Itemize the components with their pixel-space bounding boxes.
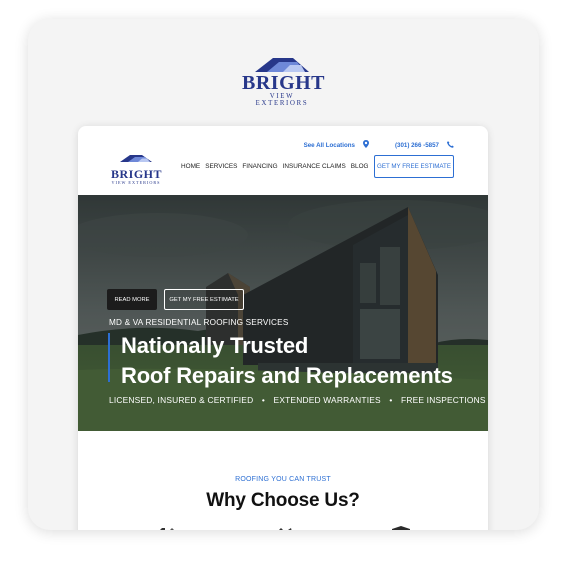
section-title: Why Choose Us? bbox=[206, 490, 360, 511]
top-contact-bar: See All Locations (301) 266 -5857 bbox=[304, 140, 454, 150]
hero-headline-line-2: Roof Repairs and Replacements bbox=[121, 363, 453, 388]
nav-item-financing[interactable]: FINANCING bbox=[242, 163, 277, 170]
roof-logo-icon bbox=[120, 155, 152, 162]
hero-banner: READ MORE GET MY FREE ESTIMATE MD & VA R… bbox=[78, 195, 488, 431]
handshake-icon bbox=[271, 524, 295, 530]
website-screenshot: See All Locations (301) 266 -5857 BRIGHT… bbox=[78, 126, 488, 530]
hero-kicker: MD & VA RESIDENTIAL ROOFING SERVICES bbox=[109, 318, 289, 327]
nav-item-home[interactable]: HOME bbox=[181, 163, 200, 170]
brand-name: BRIGHT bbox=[242, 72, 326, 94]
preview-card: BRIGHT VIEW EXTERIORS See All Locations … bbox=[28, 19, 539, 530]
phone-icon bbox=[447, 140, 454, 150]
site-brand-tagline: VIEW EXTERIORS bbox=[111, 180, 161, 185]
see-all-locations-link[interactable]: See All Locations bbox=[304, 142, 355, 149]
nav-item-insurance-claims[interactable]: INSURANCE CLAIMS bbox=[283, 163, 346, 170]
feature-separator: • bbox=[261, 395, 265, 405]
read-more-button[interactable]: READ MORE bbox=[107, 289, 157, 310]
get-estimate-button[interactable]: GET MY FREE ESTIMATE bbox=[374, 155, 454, 178]
site-brand-name: BRIGHT bbox=[111, 167, 163, 181]
feature-separator: • bbox=[389, 395, 393, 405]
hero-headline-line-1: Nationally Trusted bbox=[121, 333, 309, 358]
hero-estimate-button[interactable]: GET MY FREE ESTIMATE bbox=[164, 289, 244, 310]
feature-warranties: EXTENDED WARRANTIES bbox=[273, 395, 381, 405]
tools-icon bbox=[156, 524, 180, 530]
brand-tagline: VIEW EXTERIORS bbox=[255, 93, 309, 107]
main-nav: HOME SERVICES FINANCING INSURANCE CLAIMS… bbox=[181, 163, 369, 170]
phone-link[interactable]: (301) 266 -5857 bbox=[395, 142, 439, 149]
section-kicker: ROOFING YOU CAN TRUST bbox=[235, 476, 331, 483]
site-logo[interactable]: BRIGHT VIEW EXTERIORS bbox=[111, 150, 163, 185]
hero-features: LICENSED, INSURED & CERTIFIED • EXTENDED… bbox=[109, 395, 486, 405]
roof-logo-icon bbox=[255, 58, 309, 72]
feature-inspections: FREE INSPECTIONS bbox=[401, 395, 486, 405]
accent-bar bbox=[108, 333, 110, 382]
nav-item-services[interactable]: SERVICES bbox=[205, 163, 237, 170]
location-pin-icon bbox=[362, 140, 369, 150]
feature-licensed: LICENSED, INSURED & CERTIFIED bbox=[109, 395, 254, 405]
nav-item-blog[interactable]: BLOG bbox=[351, 163, 369, 170]
card-logo: BRIGHT VIEW EXTERIORS bbox=[242, 54, 326, 107]
shield-icon bbox=[389, 524, 413, 530]
